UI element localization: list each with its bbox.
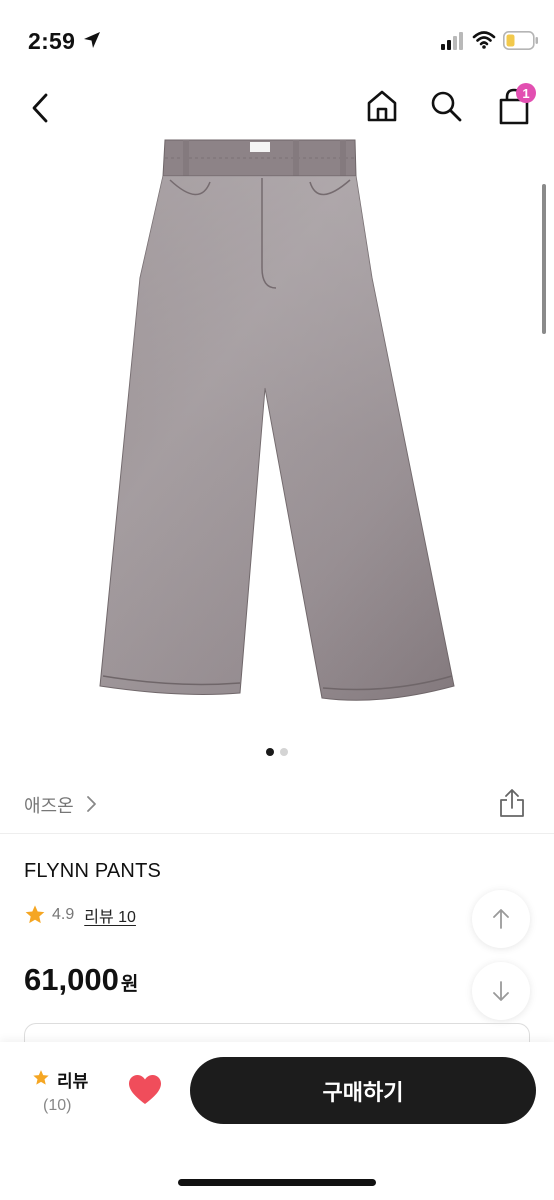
cellular-signal-icon — [441, 32, 463, 50]
scroll-down-button[interactable] — [472, 962, 530, 1020]
review-count-link[interactable]: 리뷰 10 — [84, 903, 136, 927]
status-bar: 2:59 — [0, 0, 554, 78]
home-icon[interactable] — [364, 88, 400, 124]
image-pagination — [0, 748, 554, 756]
status-time: 2:59 — [28, 28, 76, 54]
search-icon[interactable] — [428, 88, 464, 124]
product-name: FLYNN PANTS — [24, 860, 162, 882]
rating-value: 4.9 — [52, 906, 75, 923]
scroll-up-button[interactable] — [472, 890, 530, 948]
cart-count-badge: 1 — [516, 83, 536, 103]
wifi-icon — [472, 31, 496, 49]
buy-button[interactable]: 구매하기 — [190, 1057, 536, 1124]
price: 61,000 원 — [24, 962, 138, 998]
home-indicator — [178, 1179, 376, 1186]
back-button[interactable] — [24, 90, 58, 126]
price-currency: 원 — [120, 974, 139, 995]
review-tab-count: (10) — [43, 1097, 72, 1114]
star-icon — [25, 905, 45, 924]
price-amount: 61,000 — [24, 962, 119, 997]
share-icon[interactable] — [498, 788, 526, 818]
shopping-bag-button[interactable]: 1 — [494, 83, 536, 126]
battery-icon — [503, 31, 538, 50]
review-tab[interactable]: 리뷰 (10) — [28, 1064, 100, 1120]
star-icon — [33, 1070, 49, 1085]
pagination-dot[interactable] — [280, 748, 288, 756]
heart-icon[interactable] — [128, 1074, 162, 1106]
product-image[interactable] — [0, 138, 554, 738]
bottom-action-bar: 리뷰 (10) 구매하기 — [0, 1042, 554, 1200]
brand-row[interactable]: 애즈온 — [0, 782, 554, 834]
arrow-up-icon — [493, 909, 509, 929]
pagination-dot-active[interactable] — [266, 748, 274, 756]
arrow-down-icon — [493, 981, 509, 1001]
scrollbar[interactable] — [542, 184, 546, 334]
chevron-right-icon — [87, 796, 96, 812]
location-arrow-icon — [84, 32, 100, 48]
nav-bar: 1 — [0, 78, 554, 138]
brand-name[interactable]: 애즈온 — [24, 792, 74, 818]
rating-row: 4.9 리뷰 10 — [24, 903, 136, 927]
review-tab-label: 리뷰 — [57, 1072, 89, 1091]
